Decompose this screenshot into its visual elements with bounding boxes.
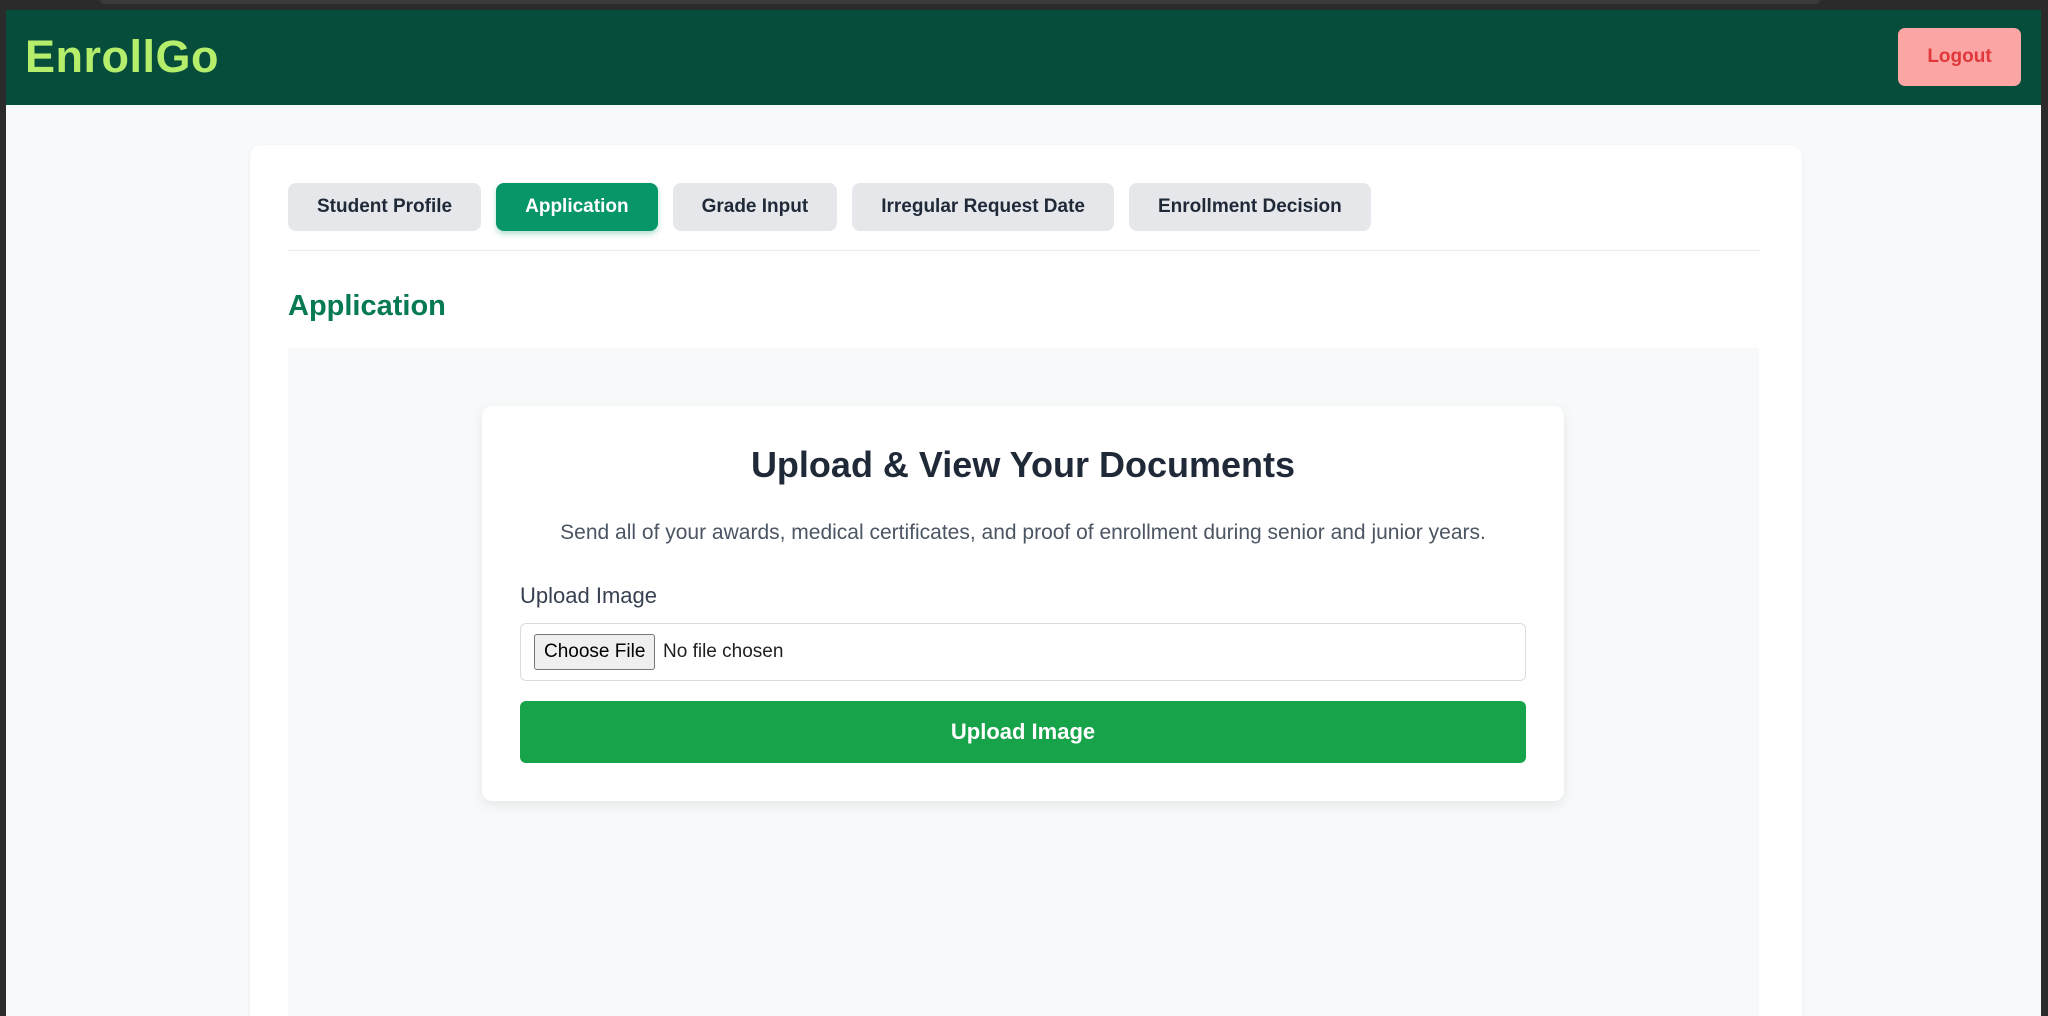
browser-chrome-top: [0, 0, 2048, 10]
choose-file-button[interactable]: Choose File: [534, 634, 656, 670]
application-panel: Upload & View Your Documents Send all of…: [288, 348, 1759, 1016]
browser-scrollbar-edge: [2041, 10, 2048, 1016]
file-input[interactable]: Choose File No file chosen: [520, 623, 1526, 681]
page-viewport: EnrollGo Logout Student Profile Applicat…: [6, 10, 2041, 1016]
main-card: Student Profile Application Grade Input …: [250, 145, 1802, 1016]
brand-logo[interactable]: EnrollGo: [25, 32, 219, 82]
upload-description: Send all of your awards, medical certifi…: [560, 521, 1486, 544]
upload-title: Upload & View Your Documents: [750, 444, 1296, 485]
upload-card: Upload & View Your Documents Send all of…: [482, 406, 1564, 801]
upload-image-button[interactable]: Upload Image: [520, 701, 1526, 763]
tab-enrollment-decision[interactable]: Enrollment Decision: [1129, 183, 1371, 231]
section-title: Application: [288, 290, 446, 322]
tab-grade-input[interactable]: Grade Input: [672, 183, 838, 231]
logout-button[interactable]: Logout: [1898, 28, 2021, 86]
upload-field-label: Upload Image: [520, 583, 657, 608]
tab-divider: [288, 250, 1760, 251]
tab-bar: Student Profile Application Grade Input …: [288, 183, 1371, 231]
tab-irregular-request-date[interactable]: Irregular Request Date: [852, 183, 1114, 231]
tab-student-profile[interactable]: Student Profile: [288, 183, 482, 231]
file-status-text: No file chosen: [663, 641, 784, 662]
browser-tab-strip: [100, 0, 1820, 4]
tab-application[interactable]: Application: [496, 183, 658, 231]
top-navbar: EnrollGo Logout: [6, 10, 2041, 105]
